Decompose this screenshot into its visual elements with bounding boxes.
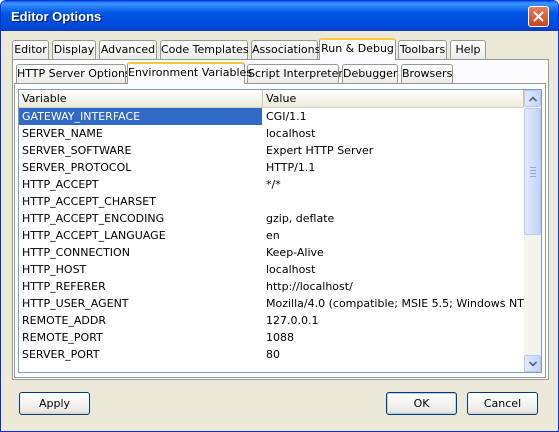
tab-display[interactable]: Display bbox=[52, 40, 96, 59]
value-cell: http://localhost/ bbox=[266, 280, 353, 293]
variable-cell: REMOTE_PORT bbox=[22, 331, 103, 344]
table-row[interactable]: HTTP_USER_AGENT Mozilla/4.0 (compatible;… bbox=[19, 295, 524, 312]
close-button[interactable] bbox=[528, 6, 549, 27]
thumb-grip bbox=[530, 170, 536, 171]
title-bar[interactable]: Editor Options bbox=[1, 1, 558, 31]
value-cell: CGI/1.1 bbox=[266, 110, 307, 123]
editor-options-dialog: Editor Options Editor Display Advanced C… bbox=[0, 0, 559, 432]
variable-cell: SERVER_NAME bbox=[22, 127, 103, 140]
variable-cell: SERVER_PORT bbox=[22, 348, 100, 361]
value-cell: en bbox=[266, 229, 280, 242]
column-header-variable[interactable]: Variable bbox=[19, 90, 263, 107]
table-row[interactable]: HTTP_REFERER http://localhost/ bbox=[19, 278, 524, 295]
column-header-value[interactable]: Value bbox=[263, 90, 524, 107]
variable-cell: HTTP_ACCEPT bbox=[22, 178, 99, 191]
thumb-grip bbox=[530, 176, 536, 177]
table-row[interactable]: SERVER_PROTOCOL HTTP/1.1 bbox=[19, 159, 524, 176]
close-icon bbox=[533, 11, 544, 22]
tab-http-server-options[interactable]: HTTP Server Options bbox=[16, 64, 131, 83]
scroll-down-button[interactable] bbox=[524, 355, 541, 372]
tab-browsers[interactable]: Browsers bbox=[401, 64, 453, 83]
tab-editor[interactable]: Editor bbox=[12, 40, 49, 59]
table-row[interactable]: SERVER_SOFTWARE Expert HTTP Server bbox=[19, 142, 524, 159]
variable-cell: REMOTE_ADDR bbox=[22, 314, 107, 327]
value-cell: 1088 bbox=[266, 331, 294, 344]
value-cell: 80 bbox=[266, 348, 280, 361]
value-cell: localhost bbox=[266, 263, 316, 276]
apply-button[interactable]: Apply bbox=[19, 392, 90, 415]
variable-cell: HTTP_CONNECTION bbox=[22, 246, 130, 259]
value-cell bbox=[263, 193, 524, 210]
variable-cell: SERVER_SOFTWARE bbox=[22, 144, 132, 157]
tab-advanced[interactable]: Advanced bbox=[99, 40, 157, 59]
scroll-thumb[interactable] bbox=[524, 108, 541, 235]
ok-button[interactable]: OK bbox=[386, 392, 457, 415]
value-cell: Expert HTTP Server bbox=[266, 144, 374, 157]
variable-cell: HTTP_ACCEPT_CHARSET bbox=[22, 195, 156, 208]
variable-cell: HTTP_ACCEPT_LANGUAGE bbox=[22, 229, 166, 242]
value-cell: Keep-Alive bbox=[266, 246, 324, 259]
tab-environment-variables[interactable]: Environment Variables bbox=[127, 62, 252, 84]
list-header: Variable Value bbox=[19, 90, 524, 108]
table-row[interactable]: GATEWAY_INTERFACE CGI/1.1 bbox=[19, 108, 524, 125]
value-cell: gzip, deflate bbox=[266, 212, 335, 225]
variable-cell: GATEWAY_INTERFACE bbox=[19, 108, 262, 125]
table-row[interactable]: SERVER_NAME localhost bbox=[19, 125, 524, 142]
table-row[interactable]: HTTP_ACCEPT_CHARSET bbox=[19, 193, 524, 210]
table-row[interactable]: SERVER_PORT 80 bbox=[19, 346, 524, 363]
cancel-button[interactable]: Cancel bbox=[467, 392, 538, 415]
table-row[interactable]: HTTP_CONNECTION Keep-Alive bbox=[19, 244, 524, 261]
environment-variables-list[interactable]: Variable Value GATEWAY_INTERFACE CGI/1.1… bbox=[18, 89, 542, 373]
thumb-grip bbox=[530, 167, 536, 168]
variable-cell: HTTP_HOST bbox=[22, 263, 87, 276]
tab-toolbars[interactable]: Toolbars bbox=[398, 40, 447, 59]
table-row[interactable]: HTTP_HOST localhost bbox=[19, 261, 524, 278]
tab-script-interpreters[interactable]: Script Interpreters bbox=[247, 64, 349, 83]
tab-associations[interactable]: Associations bbox=[251, 40, 320, 59]
tab-run-debug[interactable]: Run & Debug bbox=[319, 38, 396, 60]
variable-cell: SERVER_PROTOCOL bbox=[22, 161, 132, 174]
arrow-up-icon bbox=[529, 96, 537, 102]
value-cell: Mozilla/4.0 (compatible; MSIE 5.5; Windo… bbox=[266, 297, 524, 310]
table-row[interactable]: REMOTE_ADDR 127.0.0.1 bbox=[19, 312, 524, 329]
value-cell: localhost bbox=[266, 127, 316, 140]
table-row[interactable]: HTTP_ACCEPT_ENCODING gzip, deflate bbox=[19, 210, 524, 227]
thumb-grip bbox=[530, 173, 536, 174]
tab-help[interactable]: Help bbox=[450, 40, 486, 59]
value-cell: 127.0.0.1 bbox=[266, 314, 319, 327]
vertical-scrollbar[interactable] bbox=[524, 90, 541, 372]
value-cell: */* bbox=[266, 178, 281, 191]
variable-cell: HTTP_USER_AGENT bbox=[22, 297, 129, 310]
window-title: Editor Options bbox=[11, 9, 102, 24]
value-cell: HTTP/1.1 bbox=[266, 161, 316, 174]
scroll-up-button[interactable] bbox=[524, 90, 541, 107]
variable-cell: HTTP_REFERER bbox=[22, 280, 106, 293]
tab-debugger[interactable]: Debugger bbox=[342, 64, 398, 83]
tab-code-templates[interactable]: Code Templates bbox=[160, 40, 249, 59]
table-row[interactable]: REMOTE_PORT 1088 bbox=[19, 329, 524, 346]
table-row[interactable]: HTTP_ACCEPT */* bbox=[19, 176, 524, 193]
variable-cell: HTTP_ACCEPT_ENCODING bbox=[22, 212, 165, 225]
table-row[interactable]: HTTP_ACCEPT_LANGUAGE en bbox=[19, 227, 524, 244]
arrow-down-icon bbox=[529, 361, 537, 367]
